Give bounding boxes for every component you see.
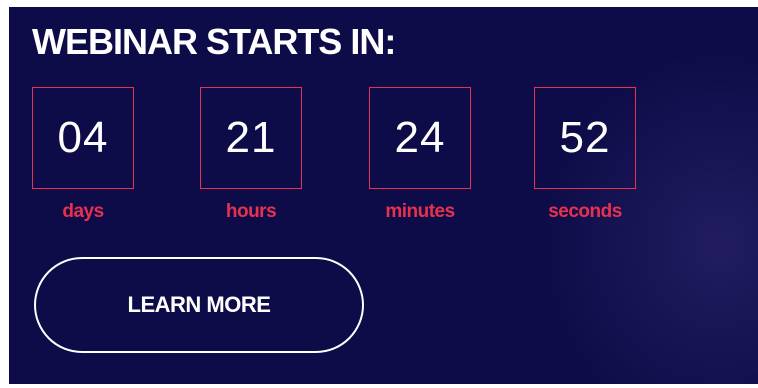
- minutes-value: 24: [369, 87, 471, 189]
- countdown-days: 04 days: [32, 87, 134, 223]
- countdown-seconds: 52 seconds: [534, 87, 636, 223]
- learn-more-button[interactable]: LEARN MORE: [34, 257, 364, 353]
- countdown-minutes: 24 minutes: [369, 87, 471, 223]
- days-value: 04: [32, 87, 134, 189]
- hours-label: hours: [225, 201, 277, 222]
- seconds-label: seconds: [548, 201, 622, 222]
- countdown-hours: 21 hours: [200, 87, 302, 223]
- countdown-title: WEBINAR STARTS IN:: [32, 21, 396, 62]
- days-label: days: [62, 201, 104, 222]
- webinar-countdown-panel: WEBINAR STARTS IN: 04 days 21 hours 24 m…: [9, 7, 758, 384]
- seconds-value: 52: [534, 87, 636, 189]
- hours-value: 21: [200, 87, 302, 189]
- minutes-label: minutes: [385, 201, 455, 222]
